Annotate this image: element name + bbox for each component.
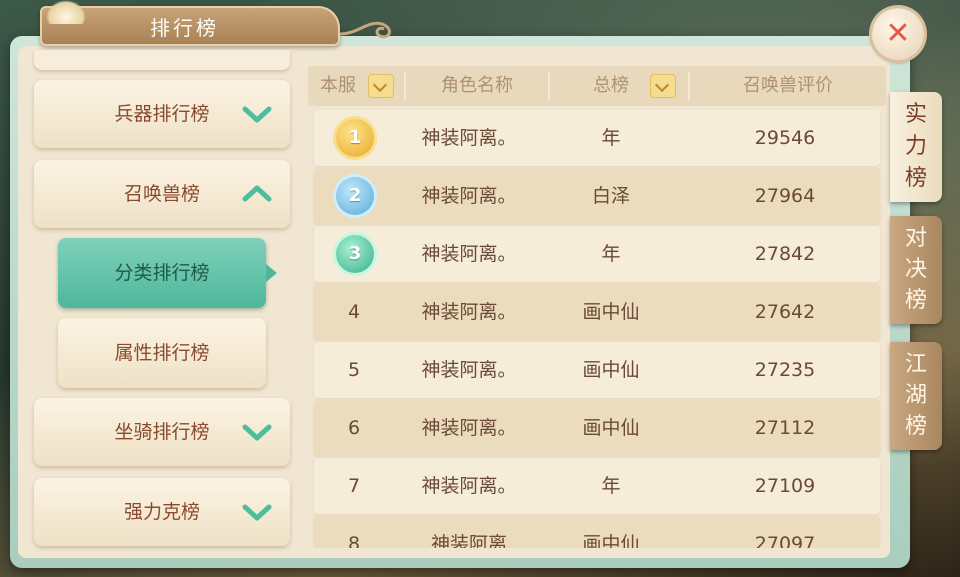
beast-type: 年: [601, 475, 621, 497]
chevron-down-icon: [242, 106, 272, 123]
beast-type: 画中仙: [582, 417, 640, 439]
rank-medal-gold-icon: 1: [336, 119, 374, 157]
rank-medal-silver-icon: 2: [336, 177, 374, 215]
table-row[interactable]: 7 神装阿离。 年 27109: [314, 458, 880, 514]
close-button[interactable]: ✕: [872, 8, 924, 60]
character-name: 神装阿离。: [421, 359, 517, 381]
table-row[interactable]: 4 神装阿离。 画中仙 27642: [314, 284, 880, 340]
active-pointer-icon: [266, 264, 277, 282]
character-name: 神装阿离。: [421, 417, 517, 439]
menu-item-partial[interactable]: [34, 50, 290, 70]
chevron-down-icon: [242, 504, 272, 521]
tab-label-char: 榜: [904, 288, 927, 313]
tab-jianghu-ranking[interactable]: 江 湖 榜: [890, 342, 942, 450]
beast-type: 年: [601, 127, 621, 149]
table-row[interactable]: 5 神装阿离。 画中仙 27235: [314, 342, 880, 398]
rank-number: 8: [347, 533, 361, 548]
table-row[interactable]: 2 神装阿离。 白泽 27964: [314, 168, 880, 224]
swirl-ornament-icon: [339, 21, 391, 39]
tab-duel-ranking[interactable]: 对 决 榜: [890, 216, 942, 324]
beast-type: 白泽: [591, 185, 630, 207]
column-character-name: 角色名称: [441, 75, 513, 96]
rank-number: 4: [347, 301, 361, 323]
beast-type: 年: [601, 243, 621, 265]
ranking-table[interactable]: 本服 角色名称 总榜 召唤兽评价 1 神装阿离。 年 29546 2 神装阿离。…: [308, 66, 886, 548]
beast-score: 27112: [754, 417, 816, 439]
character-name: 神装阿离。: [421, 243, 517, 265]
rank-number: 7: [347, 475, 361, 497]
total-ranking-dropdown-icon[interactable]: [650, 74, 676, 98]
tab-label-char: 对: [904, 226, 927, 251]
submenu-attribute-ranking[interactable]: 属性排行榜: [58, 318, 266, 388]
table-row[interactable]: 1 神装阿离。 年 29546: [314, 110, 880, 166]
menu-item-mount-ranking[interactable]: 坐骑排行榜: [34, 398, 290, 466]
rank-medal-jade-icon: 3: [336, 235, 374, 273]
menu-item-power-ranking[interactable]: 强力克榜: [34, 478, 290, 546]
character-name: 神装阿离。: [421, 185, 517, 207]
tab-label-char: 力: [904, 134, 927, 159]
table-row[interactable]: 8 神装阿离 画中仙 27097: [314, 516, 880, 548]
beast-type: 画中仙: [582, 533, 640, 548]
table-row[interactable]: 6 神装阿离。 画中仙 27112: [314, 400, 880, 456]
table-header: 本服 角色名称 总榜 召唤兽评价: [308, 66, 886, 106]
character-name: 神装阿离。: [421, 301, 517, 323]
rank-number: 6: [347, 417, 361, 439]
tab-label-char: 决: [904, 257, 927, 282]
tab-label-char: 江: [904, 352, 927, 377]
chevron-up-icon: [242, 185, 272, 202]
beast-score: 27235: [754, 359, 816, 381]
character-name: 神装阿离: [430, 533, 507, 548]
column-beast-rating: 召唤兽评价: [743, 75, 833, 96]
beast-score: 27842: [754, 243, 816, 265]
table-row[interactable]: 3 神装阿离。 年 27842: [314, 226, 880, 282]
beast-score: 27642: [754, 301, 816, 323]
beast-score: 27109: [754, 475, 816, 497]
page-title: 排行榜: [150, 16, 219, 40]
submenu-label: 分类排行榜: [114, 262, 210, 284]
server-dropdown-icon[interactable]: [368, 74, 394, 98]
menu-item-weapon-ranking[interactable]: 兵器排行榜: [34, 80, 290, 148]
tab-label-char: 榜: [904, 166, 927, 191]
beast-type: 画中仙: [582, 301, 640, 323]
beast-score: 27964: [754, 185, 816, 207]
rank-number: 5: [347, 359, 361, 381]
column-server[interactable]: 本服: [308, 66, 368, 106]
tab-label-char: 实: [904, 102, 927, 127]
tab-strength-ranking[interactable]: 实 力 榜: [890, 92, 942, 202]
chevron-down-icon: [242, 424, 272, 441]
beast-score: 27097: [754, 533, 816, 548]
lotus-icon: [46, 0, 86, 24]
submenu-category-ranking[interactable]: 分类排行榜: [58, 238, 266, 308]
close-icon: ✕: [885, 16, 911, 51]
menu-item-summon-beast-ranking[interactable]: 召唤兽榜: [34, 160, 290, 228]
beast-score: 29546: [754, 127, 816, 149]
character-name: 神装阿离。: [421, 127, 517, 149]
beast-type: 画中仙: [582, 359, 640, 381]
submenu-label: 属性排行榜: [114, 342, 210, 364]
character-name: 神装阿离。: [421, 475, 517, 497]
tab-label-char: 湖: [904, 383, 927, 408]
tab-label-char: 榜: [904, 414, 927, 439]
